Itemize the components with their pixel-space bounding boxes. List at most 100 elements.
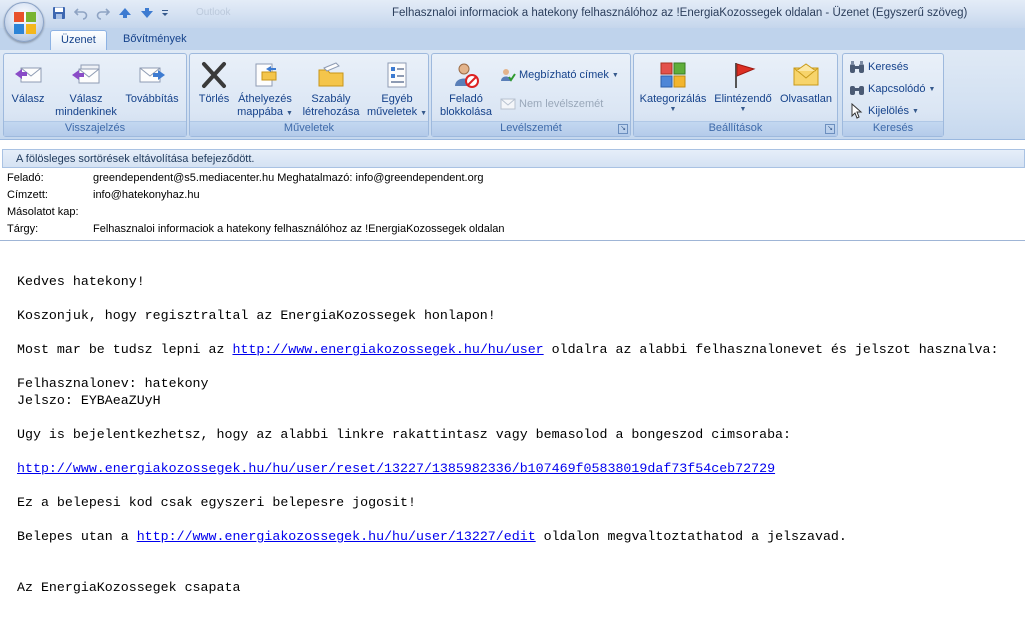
ribbon-tab-row: Üzenet Bővítmények: [0, 28, 1025, 50]
redo-icon: [96, 8, 110, 20]
reset-link[interactable]: http://www.energiakozossegek.hu/hu/user/…: [17, 461, 775, 476]
body-reset-intro: Ugy is bejelentkezhetsz, hogy az alabbi …: [17, 427, 792, 442]
forward-label: Továbbítás: [125, 93, 179, 105]
find-button[interactable]: Keresés: [849, 59, 908, 75]
arrow-up-icon: [119, 8, 131, 18]
safe-lists-button[interactable]: Megbízható címek ▼: [500, 67, 619, 83]
cc-row: Másolatot kap:: [7, 206, 1017, 222]
group-junk-label: Levélszemét: [432, 121, 630, 136]
next-item-button[interactable]: [138, 4, 156, 22]
related-label: Kapcsolódó: [868, 83, 926, 95]
select-label: Kijelölés: [868, 105, 909, 117]
ribbon: Válasz Válasz mindenkinek Továbbítás Vis…: [0, 50, 1025, 140]
reply-button[interactable]: Válasz: [8, 58, 48, 106]
not-junk-button[interactable]: Nem levélszemét: [500, 96, 603, 112]
move-label-line2: mappába: [237, 106, 283, 118]
chevron-down-icon: ▼: [739, 106, 747, 113]
mark-unread-icon: [793, 63, 819, 86]
reply-all-label-line2: mindenkinek: [55, 106, 117, 118]
body-login-pre: Most mar be tudsz lepni az: [17, 342, 233, 357]
save-button[interactable]: [50, 4, 68, 22]
mark-unread-label: Olvasatlan: [780, 93, 832, 105]
reply-icon: [15, 67, 42, 83]
group-respond: Válasz Válasz mindenkinek Továbbítás Vis…: [3, 53, 187, 137]
move-label-line1: Áthelyezés: [238, 93, 292, 105]
group-options: Kategorizálás ▼ Elintézendő ▼ Olvasatlan…: [633, 53, 838, 137]
delete-label: Törlés: [198, 93, 230, 105]
find-label: Keresés: [868, 61, 909, 73]
move-label: Áthelyezés mappába ▼: [237, 93, 293, 120]
forward-button[interactable]: Továbbítás: [121, 58, 183, 106]
tab-message[interactable]: Üzenet: [50, 30, 107, 50]
other-actions-label: Egyéb műveletek ▼: [367, 93, 427, 120]
body-greeting: Kedves hatekony!: [17, 274, 145, 289]
chevron-down-icon: ▼: [611, 71, 619, 79]
chevron-down-icon: ▼: [928, 85, 936, 93]
block-sender-label: Feladó blokkolása: [440, 93, 492, 119]
quick-access-toolbar: [50, 4, 170, 22]
group-actions-label: Műveletek: [190, 121, 428, 136]
edit-profile-link[interactable]: http://www.energiakozossegek.hu/hu/user/…: [137, 529, 536, 544]
delete-button[interactable]: Törlés: [194, 58, 234, 106]
move-to-folder-button[interactable]: Áthelyezés mappába ▼: [236, 58, 294, 120]
delete-x-icon: [202, 62, 226, 88]
message-header: Feladó: greendependent@s5.mediacenter.hu…: [0, 169, 1025, 239]
rule-label-line2: létrehozása: [302, 106, 360, 118]
cursor-arrow-icon: [851, 103, 863, 119]
body-reset-line: http://www.energiakozossegek.hu/hu/user/…: [17, 460, 998, 477]
from-row: Feladó: greendependent@s5.mediacenter.hu…: [7, 172, 1017, 188]
tab-addins[interactable]: Bővítmények: [113, 30, 197, 50]
body-login-line: Most mar be tudsz lepni az http://www.en…: [17, 341, 998, 358]
body-one-time: Ez a belepesi kod csak egyszeri belepesr…: [17, 495, 416, 510]
other-label-line1: Egyéb: [381, 93, 413, 105]
other-actions-icon: [387, 62, 407, 88]
to-row: Címzett: info@hatekonyhaz.hu: [7, 189, 1017, 205]
block-sender-button[interactable]: Feladó blokkolása: [436, 58, 496, 119]
categorize-label: Kategorizálás: [639, 93, 707, 105]
message-body: Kedves hatekony! Koszonjuk, hogy regisztr…: [17, 256, 998, 630]
rule-label: Szabály létrehozása: [303, 93, 360, 119]
customize-qat-button[interactable]: [160, 4, 170, 22]
undo-button[interactable]: [72, 4, 90, 22]
body-password: Jelszo: EYBAeaZUyH: [17, 393, 161, 408]
login-link[interactable]: http://www.energiakozossegek.hu/hu/user: [232, 342, 543, 357]
body-username: Felhasznalonev: hatekony: [17, 376, 209, 391]
chevron-down-icon: [162, 10, 168, 16]
body-edit-line: Belepes utan a http://www.energiakozosse…: [17, 528, 998, 545]
body-login-post: oldalra az alabbi felhasznalonevet és je…: [543, 342, 999, 357]
message-body-pane[interactable]: Kedves hatekony! Koszonjuk, hogy regisztr…: [0, 240, 1025, 614]
save-icon: [53, 7, 65, 19]
from-value[interactable]: greendependent@s5.mediacenter.hu Meghata…: [93, 172, 484, 184]
follow-up-flag-icon: [735, 63, 756, 88]
select-button[interactable]: Kijelölés ▼: [849, 103, 919, 119]
reply-label: Válasz: [11, 93, 45, 105]
reply-all-button[interactable]: Válasz mindenkinek: [50, 58, 122, 119]
chevron-down-icon: ▼: [286, 110, 293, 117]
to-value[interactable]: info@hatekonyhaz.hu: [93, 189, 200, 201]
create-rule-icon: [318, 62, 344, 87]
group-respond-label: Visszajelzés: [4, 121, 186, 136]
create-rule-button[interactable]: Szabály létrehozása: [298, 58, 364, 119]
previous-item-button[interactable]: [116, 4, 134, 22]
office-button[interactable]: [4, 2, 44, 42]
safe-lists-label: Megbízható címek: [519, 69, 609, 81]
info-bar[interactable]: A fölösleges sortörések eltávolítása bef…: [2, 149, 1025, 168]
redo-button[interactable]: [94, 4, 112, 22]
group-actions: Törlés Áthelyezés mappába ▼ Szabály létr…: [189, 53, 429, 137]
arrow-down-icon: [141, 8, 153, 18]
chevron-down-icon: ▼: [911, 107, 919, 115]
cc-label: Másolatot kap:: [7, 206, 79, 218]
other-label-line2: műveletek: [366, 106, 418, 118]
categorize-button[interactable]: Kategorizálás ▼: [638, 58, 708, 113]
reply-all-icon: [72, 64, 100, 84]
to-label: Címzett:: [7, 189, 48, 201]
other-actions-button[interactable]: Egyéb műveletek ▼: [367, 58, 427, 120]
block-sender-icon: [455, 63, 479, 88]
office-logo-icon: [14, 12, 36, 34]
options-dialog-launcher[interactable]: ↘: [825, 124, 835, 134]
junk-dialog-launcher[interactable]: ↘: [618, 124, 628, 134]
related-button[interactable]: Kapcsolódó ▼: [849, 81, 935, 97]
follow-up-button[interactable]: Elintézendő ▼: [710, 58, 776, 113]
mark-unread-button[interactable]: Olvasatlan: [776, 58, 836, 106]
categorize-icon: [660, 62, 686, 88]
